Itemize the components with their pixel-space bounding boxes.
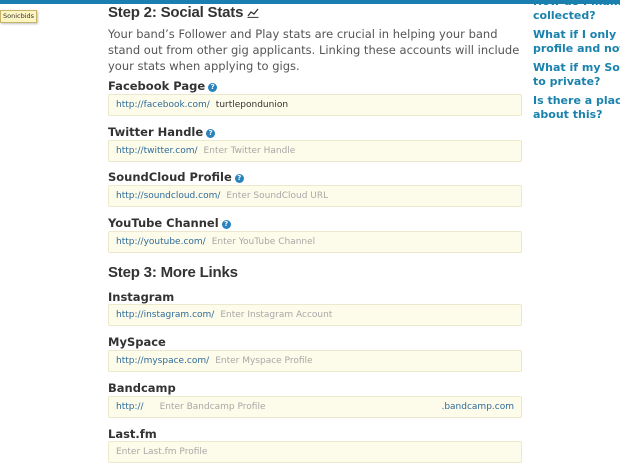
instagram-prefix: http://instagram.com/ xyxy=(116,310,215,320)
facebook-label: Facebook Page? xyxy=(108,79,218,93)
facebook-field[interactable]: http://facebook.com/turtlepondunion xyxy=(108,94,522,116)
step3-title: Step 3: More Links xyxy=(108,264,238,281)
youtube-placeholder: Enter YouTube Channel xyxy=(211,237,316,247)
step2-title: Step 2: Social Stats xyxy=(108,4,244,21)
faq-link-private[interactable]: What if my Soun to private? xyxy=(533,61,620,89)
instagram-placeholder: Enter Instagram Account xyxy=(220,310,333,320)
youtube-label: YouTube Channel? xyxy=(108,216,231,230)
instagram-field[interactable]: http://instagram.com/Enter Instagram Acc… xyxy=(108,304,522,326)
twitter-placeholder: Enter Twitter Handle xyxy=(203,146,296,156)
help-icon[interactable]: ? xyxy=(208,83,218,92)
facebook-prefix: http://facebook.com/ xyxy=(116,100,210,110)
soundcloud-placeholder: Enter SoundCloud URL xyxy=(226,191,329,201)
soundcloud-prefix: http://soundcloud.com/ xyxy=(116,191,221,201)
youtube-prefix: http://youtube.com/ xyxy=(116,237,206,247)
youtube-field[interactable]: http://youtube.com/Enter YouTube Channel xyxy=(108,231,522,253)
faq-link-stats-collected[interactable]: How do I make collected? xyxy=(533,0,620,23)
help-icon[interactable]: ? xyxy=(206,129,216,138)
faq-link-one-profile[interactable]: What if I only ha profile and not a xyxy=(533,28,620,56)
chart-icon xyxy=(247,5,259,22)
instagram-label: Instagram xyxy=(108,290,175,304)
faq-link-more-info[interactable]: Is there a place about this? xyxy=(533,94,620,122)
myspace-field[interactable]: http://myspace.com/Enter Myspace Profile xyxy=(108,350,522,372)
bandcamp-prefix: http:// xyxy=(116,402,144,412)
help-icon[interactable]: ? xyxy=(221,220,231,229)
lastfm-field[interactable]: Enter Last.fm Profile xyxy=(108,441,522,463)
lastfm-placeholder: Enter Last.fm Profile xyxy=(116,447,208,457)
twitter-prefix: http://twitter.com/ xyxy=(116,146,198,156)
help-icon[interactable]: ? xyxy=(234,174,244,183)
twitter-field[interactable]: http://twitter.com/Enter Twitter Handle xyxy=(108,140,522,162)
bandcamp-placeholder: Enter Bandcamp Profile xyxy=(159,402,266,412)
soundcloud-label: SoundCloud Profile? xyxy=(108,170,244,184)
lastfm-label: Last.fm xyxy=(108,427,157,441)
myspace-label: MySpace xyxy=(108,335,166,349)
myspace-placeholder: Enter Myspace Profile xyxy=(215,356,313,366)
soundcloud-field[interactable]: http://soundcloud.com/Enter SoundCloud U… xyxy=(108,185,522,207)
step2-heading: Step 2: Social Stats xyxy=(108,4,259,22)
step3-heading: Step 3: More Links xyxy=(108,264,238,281)
myspace-prefix: http://myspace.com/ xyxy=(116,356,210,366)
bandcamp-label: Bandcamp xyxy=(108,381,176,395)
bandcamp-field[interactable]: http:// Enter Bandcamp Profile .bandcamp.… xyxy=(108,396,522,418)
bandcamp-suffix: .bandcamp.com xyxy=(441,402,514,412)
step2-intro: Your band’s Follower and Play stats are … xyxy=(108,27,520,73)
top-bar xyxy=(0,0,620,4)
facebook-value: turtlepondunion xyxy=(215,100,289,110)
tooltip: Sonicbids xyxy=(0,10,38,23)
twitter-label: Twitter Handle? xyxy=(108,125,216,139)
